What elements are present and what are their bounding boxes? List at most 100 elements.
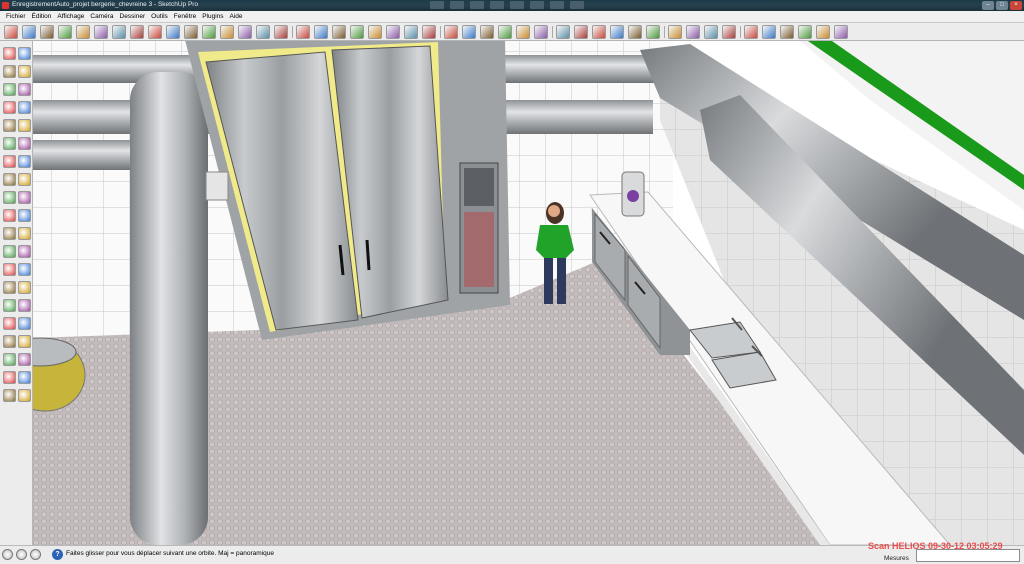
left-view-icon[interactable]	[534, 25, 548, 39]
iso-view-icon[interactable]	[444, 25, 458, 39]
right-view-icon[interactable]	[498, 25, 512, 39]
stamp-icon[interactable]	[3, 353, 16, 366]
zoom-window-icon[interactable]	[350, 25, 364, 39]
freehand-icon[interactable]	[18, 119, 31, 132]
menu-affichage[interactable]: Affichage	[54, 13, 87, 20]
menu-fenetre[interactable]: Fenêtre	[171, 13, 199, 20]
entity-info-icon[interactable]	[762, 25, 776, 39]
components-icon[interactable]	[798, 25, 812, 39]
front-view-icon[interactable]	[480, 25, 494, 39]
eraser-icon[interactable]	[18, 65, 31, 78]
rectangle-icon[interactable]	[3, 83, 16, 96]
hidden-line-icon[interactable]	[592, 25, 606, 39]
follow-me-icon[interactable]	[148, 25, 162, 39]
component-icon[interactable]	[18, 47, 31, 60]
taskbar-item[interactable]	[490, 1, 504, 9]
taskbar-item[interactable]	[570, 1, 584, 9]
position-camera-icon[interactable]	[3, 299, 16, 312]
arc-icon[interactable]	[18, 101, 31, 114]
menu-camera[interactable]: Caméra	[87, 13, 116, 20]
offset-icon[interactable]	[184, 25, 198, 39]
push-pull-icon[interactable]	[130, 25, 144, 39]
help-icon[interactable]: ?	[52, 549, 63, 560]
close-button[interactable]: ×	[1010, 1, 1022, 10]
dimension-icon[interactable]	[18, 191, 31, 204]
drape-icon[interactable]	[18, 353, 31, 366]
back-view-icon[interactable]	[516, 25, 530, 39]
orbit-icon[interactable]	[3, 245, 16, 258]
textured-icon[interactable]	[628, 25, 642, 39]
walk-icon[interactable]	[404, 25, 418, 39]
taskbar-item[interactable]	[430, 1, 444, 9]
zoom-icon[interactable]	[3, 263, 16, 276]
tape-icon[interactable]	[3, 191, 16, 204]
tape-measure-icon[interactable]	[202, 25, 216, 39]
pencil-icon[interactable]	[22, 25, 36, 39]
text-icon[interactable]	[18, 209, 31, 222]
rectangle-icon[interactable]	[40, 25, 54, 39]
paint-icon[interactable]	[3, 65, 16, 78]
maximize-button[interactable]: □	[996, 1, 1008, 10]
axes-icon[interactable]	[3, 227, 16, 240]
monochrome-icon[interactable]	[646, 25, 660, 39]
contours-icon[interactable]	[18, 389, 31, 402]
zoom-extents-icon[interactable]	[18, 281, 31, 294]
polygon-icon[interactable]	[3, 119, 16, 132]
sketchup-app-icon[interactable]	[2, 2, 9, 9]
rotate-icon[interactable]	[166, 25, 180, 39]
line-icon[interactable]	[18, 83, 31, 96]
scenes-icon[interactable]	[834, 25, 848, 39]
dimension-icon[interactable]	[220, 25, 234, 39]
credits-icon[interactable]	[16, 549, 27, 560]
taskbar-item[interactable]	[470, 1, 484, 9]
select-icon[interactable]	[3, 47, 16, 60]
materials-icon[interactable]	[780, 25, 794, 39]
paint-bucket-icon[interactable]	[112, 25, 126, 39]
offset-icon[interactable]	[18, 173, 31, 186]
zoom-extents-icon[interactable]	[368, 25, 382, 39]
top-view-icon[interactable]	[462, 25, 476, 39]
menu-dessiner[interactable]: Dessiner	[117, 13, 149, 20]
shadows-icon[interactable]	[668, 25, 682, 39]
look-around-icon[interactable]	[3, 317, 16, 330]
zoom-window-icon[interactable]	[18, 263, 31, 276]
wireframe-icon[interactable]	[574, 25, 588, 39]
taskbar-item[interactable]	[530, 1, 544, 9]
text-icon[interactable]	[256, 25, 270, 39]
follow-me-icon[interactable]	[18, 155, 31, 168]
rotate-icon[interactable]	[3, 155, 16, 168]
xray-icon[interactable]	[556, 25, 570, 39]
section-icon[interactable]	[18, 317, 31, 330]
protractor-icon[interactable]	[3, 209, 16, 222]
drawing-viewport[interactable]	[33, 41, 1024, 545]
select-icon[interactable]	[4, 25, 18, 39]
menu-aide[interactable]: Aide	[227, 13, 246, 20]
zoom-icon[interactable]	[332, 25, 346, 39]
fog-icon[interactable]	[686, 25, 700, 39]
sandbox-icon[interactable]	[3, 335, 16, 348]
move-icon[interactable]	[3, 137, 16, 150]
walk-icon[interactable]	[18, 299, 31, 312]
minimize-button[interactable]: –	[982, 1, 994, 10]
taskbar-item[interactable]	[450, 1, 464, 9]
taskbar-item[interactable]	[510, 1, 524, 9]
user-icon[interactable]	[30, 549, 41, 560]
model-info-icon[interactable]	[744, 25, 758, 39]
section-cut-icon[interactable]	[722, 25, 736, 39]
circle-icon[interactable]	[3, 101, 16, 114]
axes-icon[interactable]	[274, 25, 288, 39]
eraser-icon[interactable]	[94, 25, 108, 39]
pan-icon[interactable]	[18, 245, 31, 258]
scale-icon[interactable]	[3, 173, 16, 186]
menu-edition[interactable]: Édition	[29, 13, 55, 20]
previous-icon[interactable]	[3, 281, 16, 294]
orbit-icon[interactable]	[296, 25, 310, 39]
taskbar-item[interactable]	[550, 1, 564, 9]
shaded-icon[interactable]	[610, 25, 624, 39]
menu-plugins[interactable]: Plugins	[199, 13, 226, 20]
flip-edge-icon[interactable]	[18, 371, 31, 384]
menu-fichier[interactable]: Fichier	[3, 13, 29, 20]
terrain-icon[interactable]	[3, 389, 16, 402]
smoove-icon[interactable]	[18, 335, 31, 348]
push-pull-icon[interactable]	[18, 137, 31, 150]
